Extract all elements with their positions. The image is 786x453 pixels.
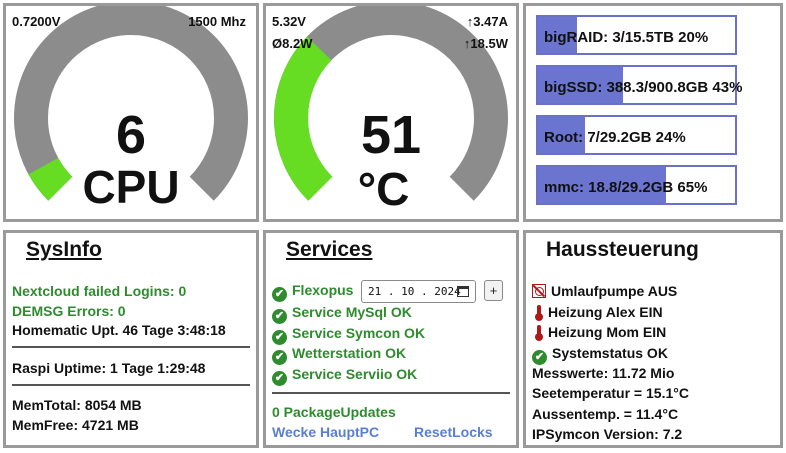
services-title: Services <box>286 238 373 261</box>
service-label: Service MySql OK <box>292 304 412 320</box>
system-status-label: Systemstatus OK <box>552 345 668 361</box>
temperature-gauge-fill <box>274 36 333 201</box>
average-power: Ø8.2W <box>272 36 313 51</box>
check-icon: ✔ <box>532 350 547 365</box>
cpu-gauge-panel: 0.7200V 1500 Mhz 6 CPU <box>3 3 259 222</box>
cpu-voltage: 0.7200V <box>12 14 61 29</box>
cpu-value: 6 <box>115 105 147 165</box>
cpu-gauge-fill <box>28 157 73 201</box>
mem-free: MemFree: 4721 MB <box>12 417 139 433</box>
outside-temperature: Aussentemp. = 11.4°C <box>532 406 679 422</box>
disk-bar-label: bigSSD: 388.3/900.8GB 43% <box>544 79 743 96</box>
haussteuerung-title: Haussteuerung <box>546 238 699 261</box>
thermometer-icon <box>535 305 543 321</box>
mem-total: MemTotal: 8054 MB <box>12 397 142 413</box>
flexopus-label: Flexopus <box>292 282 354 298</box>
flexopus-status: ✔ Flexopus <box>272 282 353 302</box>
thermometer-icon <box>535 325 543 341</box>
pump-status[interactable]: Umlaufpumpe AUS <box>532 283 677 299</box>
disk-usage-panel: bigRAID: 3/15.5TB 20% bigSSD: 388.3/900.… <box>523 3 783 222</box>
raspi-uptime: Raspi Uptime: 1 Tage 1:29:48 <box>12 360 206 376</box>
heating-alex-label: Heizung Alex EIN <box>548 304 663 320</box>
check-icon: ✔ <box>272 350 287 365</box>
disk-bar-label: bigRAID: 3/15.5TB 20% <box>544 29 709 46</box>
temperature-value: 51 <box>360 105 422 165</box>
check-icon: ✔ <box>272 371 287 386</box>
date-input[interactable]: 21 . 10 . 2024 <box>361 280 476 303</box>
ipsymcon-version: IPSymcon Version: 7.2 <box>532 426 683 442</box>
reset-locks-link[interactable]: ResetLocks <box>414 424 493 440</box>
disk-bar-mmc: mmc: 18.8/29.2GB 65% <box>536 165 737 205</box>
check-icon: ✔ <box>272 309 287 324</box>
services-panel: Services ✔ Flexopus 21 . 10 . 2024 + ✔ Ser… <box>263 230 519 448</box>
pump-icon <box>532 284 546 298</box>
disk-bar-root: Root: 7/29.2GB 24% <box>536 115 737 155</box>
heating-mom-status[interactable]: Heizung Mom EIN <box>532 324 667 341</box>
disk-bar-label: Root: 7/29.2GB 24% <box>544 129 686 146</box>
service-label: Wetterstation OK <box>292 345 407 361</box>
disk-bar-bigraid: bigRAID: 3/15.5TB 20% <box>536 15 737 55</box>
supply-voltage: 5.32V <box>272 14 306 29</box>
service-row: ✔ Service Symcon OK <box>272 325 425 345</box>
disk-bar-bigssd: bigSSD: 388.3/900.8GB 43% <box>536 65 742 105</box>
add-date-button[interactable]: + <box>484 280 503 301</box>
check-icon: ✔ <box>272 330 287 345</box>
sysinfo-title: SysInfo <box>26 238 102 261</box>
peak-power: ↑18.5W <box>463 36 508 51</box>
calendar-icon[interactable] <box>457 286 469 297</box>
disk-bar-label: mmc: 18.8/29.2GB 65% <box>544 179 708 196</box>
service-row: ✔ Service Serviio OK <box>272 366 417 386</box>
service-row: ✔ Wetterstation OK <box>272 345 406 365</box>
haussteuerung-panel: Haussteuerung Umlaufpumpe AUS Heizung Al… <box>523 230 783 448</box>
temperature-gauge-panel: 5.32V Ø8.2W ↑3.47A ↑18.5W 51 °C <box>263 3 519 222</box>
service-label: Service Symcon OK <box>292 325 426 341</box>
package-updates: 0 PackageUpdates <box>272 404 396 420</box>
temperature-unit: °C <box>357 163 410 215</box>
service-label: Service Serviio OK <box>292 366 418 382</box>
messwerte: Messwerte: 11.72 Mio <box>532 365 675 381</box>
homematic-uptime: Homematic Upt. 46 Tage 3:48:18 <box>12 322 226 338</box>
system-status: ✔ Systemstatus OK <box>532 345 668 365</box>
wake-mainpc-link[interactable]: Wecke HauptPC <box>272 424 379 440</box>
cpu-unit: CPU <box>82 161 180 213</box>
heating-mom-label: Heizung Mom EIN <box>548 324 667 340</box>
current-draw: ↑3.47A <box>466 14 508 29</box>
lake-temperature: Seetemperatur = 15.1°C <box>532 385 689 401</box>
pump-label: Umlaufpumpe AUS <box>551 283 678 299</box>
check-icon: ✔ <box>272 287 287 302</box>
service-row: ✔ Service MySql OK <box>272 304 412 324</box>
nextcloud-logins: Nextcloud failed Logins: 0 <box>12 283 187 299</box>
demsg-errors: DEMSG Errors: 0 <box>12 303 126 319</box>
sysinfo-panel: SysInfo Nextcloud failed Logins: 0 DEMSG… <box>3 230 259 448</box>
heating-alex-status[interactable]: Heizung Alex EIN <box>532 304 663 321</box>
date-value: 21 . 10 . 2024 <box>368 285 461 298</box>
divider <box>12 384 250 386</box>
divider <box>272 392 510 394</box>
divider <box>12 346 250 348</box>
cpu-frequency: 1500 Mhz <box>188 14 246 29</box>
